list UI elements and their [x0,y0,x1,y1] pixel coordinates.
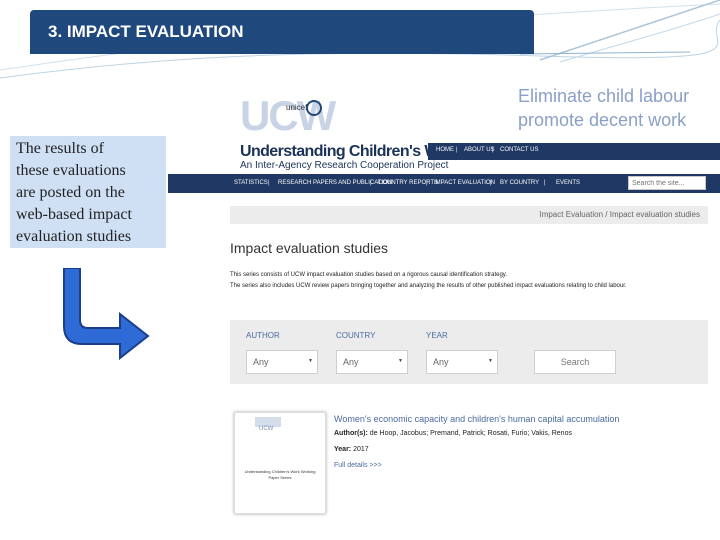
tagline-line: promote decent work [518,110,687,130]
search-button[interactable]: Search [534,350,616,374]
nav-separator: | [268,180,270,186]
nav-separator: | [456,147,458,153]
nav-separator: | [426,180,428,186]
top-nav: HOME | ABOUT US | CONTACT US [428,143,720,160]
note-line: The results of [16,140,104,157]
nav-by-country[interactable]: BY COUNTRY [500,180,539,186]
ucw-logo: UCW [240,92,336,139]
page-title: Impact evaluation studies [230,240,388,256]
site-subtitle: An Inter-Agency Research Cooperation Pro… [240,160,449,171]
country-select-value: Any [343,357,359,367]
authors-label: Author(s): [334,430,368,437]
full-details-link[interactable]: Full details >>> [334,462,382,469]
note-box: The results of these evaluations are pos… [10,136,166,248]
year-label-result: Year: [334,446,352,453]
down-right-arrow-icon [63,268,150,360]
note-line: evaluation studies [16,228,132,245]
year-label: YEAR [426,331,448,340]
author-select[interactable]: Any ▼ [246,350,318,374]
thumbnail-logo: UCW [255,417,281,432]
author-label: AUTHOR [246,331,280,340]
result-title-link[interactable]: Women's economic capacity and children's… [334,414,619,424]
caret-down-icon: ▼ [488,358,493,364]
breadcrumb-bar: Impact Evaluation / Impact evaluation st… [230,206,708,224]
nav-events[interactable]: EVENTS [556,180,580,186]
publication-thumbnail[interactable]: UCW Understanding Children's Work Workin… [234,412,326,514]
slide-title-bar: 3. IMPACT EVALUATION [30,10,534,54]
unicef-logo: unicef [286,103,308,112]
slide-title: 3. IMPACT EVALUATION [48,22,244,41]
result-year: Year: 2017 [334,446,369,453]
year-select-value: Any [433,357,449,367]
nav-home[interactable]: HOME [436,147,454,153]
nav-about[interactable]: ABOUT US [464,147,495,153]
authors-value: de Hoop, Jacobus; Premand, Patrick; Rosa… [369,430,572,437]
note-line: web-based impact [16,206,132,223]
page-description: This series consists of UCW impact evalu… [230,270,627,292]
author-select-value: Any [253,357,269,367]
caret-down-icon: ▼ [308,358,313,364]
description-line: The series also includes UCW review pape… [230,283,627,289]
nav-research[interactable]: RESEARCH PAPERS AND PUBLICATION [278,180,392,186]
filter-bar: AUTHOR COUNTRY YEAR Any ▼ Any ▼ Any ▼ Se… [230,320,708,384]
nav-separator: | [490,180,492,186]
country-select[interactable]: Any ▼ [336,350,408,374]
breadcrumb[interactable]: Impact Evaluation / Impact evaluation st… [539,210,700,219]
note-line: are posted on the [16,184,125,201]
nav-separator: | [492,147,494,153]
country-label: COUNTRY [336,331,376,340]
globe-icon [306,100,322,116]
description-line: This series consists of UCW impact evalu… [230,272,508,278]
thumbnail-title: Understanding Children's Work Working Pa… [244,469,316,480]
year-select[interactable]: Any ▼ [426,350,498,374]
result-authors: Author(s): de Hoop, Jacobus; Premand, Pa… [334,430,572,437]
nav-impact-evaluation[interactable]: IMPACT EVALUATION [434,180,495,186]
nav-separator: | [544,180,546,186]
site-search-input[interactable] [628,176,706,190]
nav-country-reports[interactable]: COUNTRY REPORTS [378,180,438,186]
thumbnail-logo-text: UCW [259,426,274,432]
site-tagline: Eliminate child labour promote decent wo… [518,84,689,132]
website-screenshot: UCW unicef Understanding Children's Work… [168,82,720,514]
year-value: 2017 [353,446,369,453]
note-line: these evaluations [16,162,126,179]
nav-separator: | [370,180,372,186]
caret-down-icon: ▼ [398,358,403,364]
tagline-line: Eliminate child labour [518,86,690,106]
nav-contact[interactable]: CONTACT US [500,147,538,153]
nav-statistics[interactable]: STATISTICS [234,180,268,186]
